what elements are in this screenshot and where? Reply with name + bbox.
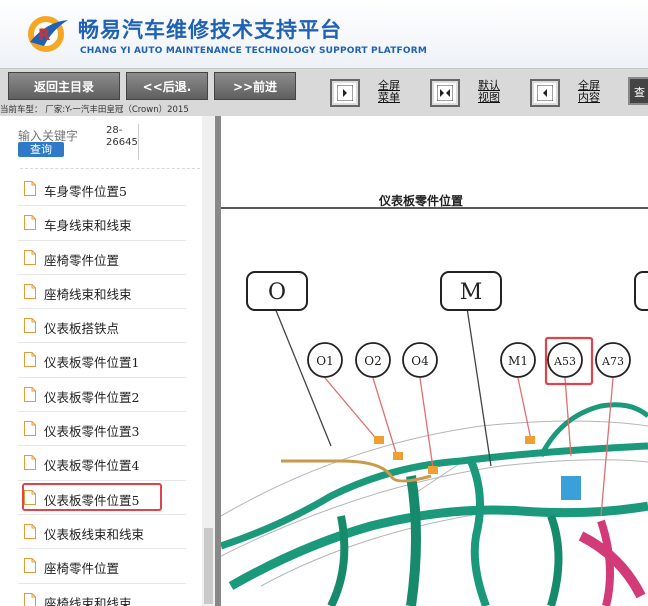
document-icon: [24, 489, 36, 505]
connector-A53[interactable]: A53: [544, 336, 594, 386]
search-code-line1: 28-: [106, 125, 123, 136]
diagram-viewer: O1 O2 O4 M1 A53 A73 O M 仪表板零件位置: [221, 116, 648, 606]
vehicle-info: 当前车型： 厂家:Y-一汽丰田皇冠（Crown）2015: [0, 105, 189, 115]
document-list: 车身零件位置5 车身线束和线束 座椅零件位置 座椅线束和线束 仪表板搭铁点 仪表板零件位置…: [18, 172, 186, 606]
search-code: 28- 26645: [106, 125, 138, 149]
fullscreen-menu-icon: [337, 85, 353, 101]
sidebar-list-item[interactable]: 仪表板零件位置2: [18, 378, 186, 413]
sidebar-item-label: 座椅线束和线束: [44, 286, 132, 302]
document-icon: [24, 352, 36, 368]
sidebar-item-label: 仪表板线束和线束: [44, 526, 145, 542]
divider: [20, 168, 200, 169]
sidebar-list-item[interactable]: 座椅线束和线束: [18, 275, 186, 310]
fullscreen-menu-label[interactable]: 全屏 菜单: [378, 80, 400, 104]
sidebar-list-item[interactable]: 仪表板线束和线束: [18, 515, 186, 550]
back-button[interactable]: <<后退.: [126, 72, 208, 100]
fullscreen-menu-label-line2: 菜单: [378, 91, 400, 104]
document-icon: [24, 318, 36, 334]
document-icon: [24, 249, 36, 265]
connector-O4[interactable]: O4: [402, 342, 438, 378]
sidebar-item-label: 仪表板零件位置1: [44, 355, 140, 371]
connector-A73-label: A73: [601, 355, 624, 368]
group-box-O-label: O: [268, 280, 286, 305]
document-icon: [24, 386, 36, 402]
default-view-label[interactable]: 默认 视图: [478, 80, 500, 104]
wiring-diagram: O1 O2 O4 M1 A53 A73 O M: [221, 207, 648, 606]
fullscreen-content-icon: [537, 85, 553, 101]
document-icon: [24, 181, 36, 196]
default-view-button[interactable]: [430, 79, 460, 107]
sidebar-list-item[interactable]: 仪表板零件位置1: [18, 343, 186, 378]
document-icon: [24, 523, 36, 539]
sidebar-list-item[interactable]: 座椅零件位置: [18, 549, 186, 584]
sidebar-item-label: 仪表板零件位置3: [44, 424, 140, 440]
document-icon: [24, 421, 36, 437]
fullscreen-content-label[interactable]: 全屏 内容: [578, 80, 600, 104]
group-box-M-label: M: [460, 280, 483, 305]
sidebar-list-item[interactable]: 仪表板搭铁点: [18, 309, 186, 344]
fullscreen-content-label-line2: 内容: [578, 91, 600, 104]
fullscreen-menu-button[interactable]: [330, 79, 360, 107]
header: R 畅易汽车维修技术支持平台 CHANG YI AUTO MAINTENANCE…: [0, 0, 648, 68]
sidebar-list-item[interactable]: 车身零件位置5: [18, 172, 186, 207]
sidebar-item-label: 车身线束和线束: [44, 218, 132, 234]
default-view-label-line2: 视图: [478, 91, 500, 104]
sidebar-item-label: 车身零件位置5: [44, 184, 127, 199]
search-button[interactable]: 查询: [18, 142, 64, 157]
sidebar-list-item[interactable]: 座椅零件位置: [18, 241, 186, 275]
sidebar-list-item[interactable]: 仪表板零件位置4: [18, 446, 186, 481]
sidebar-list-item[interactable]: 车身线束和线束: [18, 206, 186, 241]
forward-button[interactable]: >>前进: [214, 72, 296, 100]
sidebar-item-label: 仪表板搭铁点: [44, 321, 120, 337]
document-icon: [24, 455, 36, 471]
logo-icon: R: [28, 16, 68, 52]
sidebar-scrollbar[interactable]: [202, 116, 215, 606]
group-box-partial[interactable]: [634, 271, 648, 311]
sidebar-item-label: 座椅零件位置: [44, 561, 120, 577]
sidebar-item-label: 仪表板零件位置5: [44, 492, 140, 508]
connector-M1[interactable]: M1: [500, 342, 536, 378]
connector-O1-label: O1: [316, 354, 333, 368]
connector-O2-label: O2: [364, 354, 381, 368]
document-icon: [24, 592, 36, 606]
sidebar-item-label: 座椅线束和线束: [44, 595, 132, 606]
connector-M1-label: M1: [508, 354, 528, 368]
search-code-line2: 26645: [106, 137, 138, 148]
group-box-O[interactable]: O: [246, 271, 308, 311]
group-box-M[interactable]: M: [440, 271, 502, 311]
sidebar-item-label: 座椅零件位置: [44, 252, 120, 268]
connector-A73[interactable]: A73: [595, 342, 631, 378]
connector-A53-label: A53: [553, 355, 576, 368]
svg-text:R: R: [38, 25, 50, 44]
sidebar-item-label: 仪表板零件位置4: [44, 458, 140, 474]
app-subtitle: CHANG YI AUTO MAINTENANCE TECHNOLOGY SUP…: [80, 46, 428, 56]
sidebar-list-item[interactable]: 座椅线束和线束: [18, 584, 186, 606]
fullscreen-content-button[interactable]: [530, 79, 560, 107]
sidebar-item-label: 仪表板零件位置2: [44, 389, 140, 405]
default-view-icon: [437, 85, 453, 101]
document-icon: [24, 558, 36, 574]
search-toolbar-button[interactable]: 查: [628, 77, 648, 105]
document-icon: [24, 283, 36, 299]
sidebar-list-item[interactable]: 仪表板零件位置5: [18, 481, 186, 515]
sidebar-list-item[interactable]: 仪表板零件位置3: [18, 412, 186, 447]
app-window: R 畅易汽车维修技术支持平台 CHANG YI AUTO MAINTENANCE…: [0, 0, 648, 606]
connector-O1[interactable]: O1: [307, 342, 343, 378]
document-icon: [24, 215, 36, 231]
wire-harness: [221, 402, 648, 606]
sidebar: 查询 28- 26645 车身零件位置5车身线束和线束座椅零件位置座椅线束和线束…: [0, 116, 215, 606]
scrollbar-thumb[interactable]: [204, 528, 213, 604]
connector-O4-label: O4: [411, 354, 429, 368]
app-title: 畅易汽车维修技术支持平台: [78, 18, 342, 42]
connector-O2[interactable]: O2: [355, 342, 391, 378]
search-divider: [138, 124, 139, 160]
diagram-title: 仪表板零件位置: [379, 194, 464, 208]
back-home-button[interactable]: 返回主目录: [8, 72, 120, 100]
